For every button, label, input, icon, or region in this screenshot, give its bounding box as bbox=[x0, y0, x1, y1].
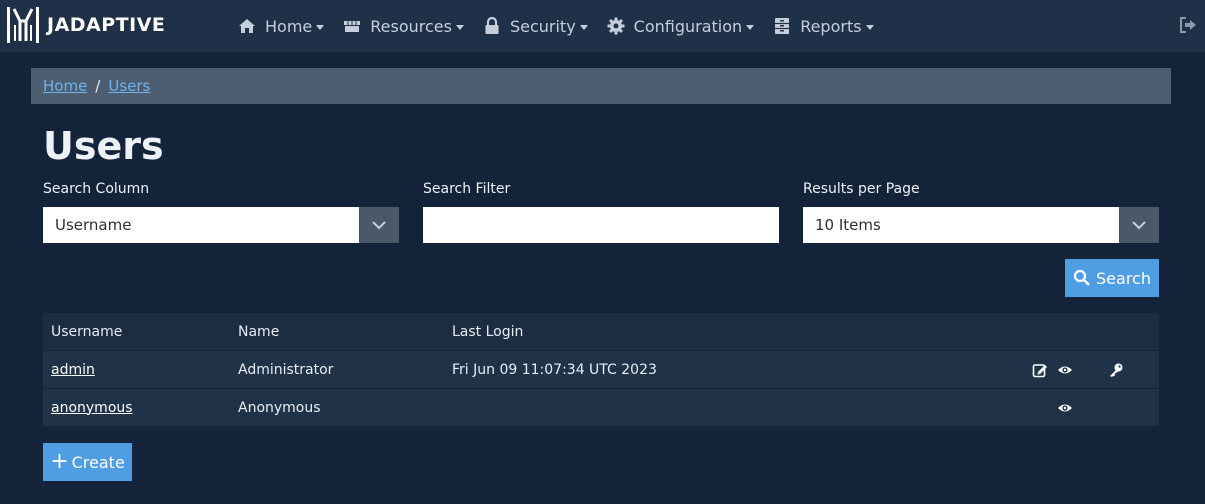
chevron-down-icon bbox=[1132, 221, 1146, 230]
chevron-down-icon bbox=[455, 24, 464, 30]
username-link[interactable]: admin bbox=[51, 362, 95, 378]
column-header-name[interactable]: Name bbox=[238, 313, 279, 350]
column-header-last-login[interactable]: Last Login bbox=[452, 313, 523, 350]
chevron-down-icon bbox=[316, 24, 325, 30]
nav-security-label: Security bbox=[509, 16, 576, 36]
sign-out-icon[interactable] bbox=[1178, 15, 1198, 35]
search-icon bbox=[1073, 269, 1090, 286]
nav-resources-label: Resources bbox=[370, 16, 452, 36]
breadcrumb-home-link[interactable]: Home bbox=[43, 77, 87, 95]
plus-icon: + bbox=[50, 449, 69, 474]
search-button[interactable]: Search bbox=[1065, 259, 1159, 297]
chevron-down-icon bbox=[865, 24, 874, 30]
page-title: Users bbox=[43, 124, 164, 168]
nav-configuration[interactable]: Configuration bbox=[606, 16, 755, 36]
key-icon[interactable] bbox=[1108, 362, 1124, 378]
lock-icon bbox=[485, 16, 499, 34]
name-cell: Administrator bbox=[238, 361, 334, 378]
store-icon bbox=[344, 21, 361, 32]
nav-home-label: Home bbox=[265, 16, 313, 36]
search-column-label: Search Column bbox=[43, 181, 150, 197]
results-per-page-value: 10 Items bbox=[815, 216, 881, 234]
users-table: Username Name Last Login admin Administr… bbox=[43, 313, 1159, 427]
nav-home[interactable]: Home bbox=[237, 16, 325, 36]
nav-security[interactable]: Security bbox=[482, 16, 588, 36]
view-icon[interactable] bbox=[1057, 362, 1073, 378]
archive-icon bbox=[775, 18, 790, 34]
nav-reports-label: Reports bbox=[800, 16, 862, 36]
create-button-label: Create bbox=[71, 452, 125, 472]
top-navbar: JADAPTIVE Home Resources Security Config… bbox=[0, 0, 1205, 52]
results-per-page-select[interactable]: 10 Items bbox=[803, 207, 1159, 243]
search-column-value: Username bbox=[55, 216, 132, 234]
chevron-down-icon bbox=[579, 24, 588, 30]
table-row: anonymous Anonymous bbox=[43, 389, 1159, 427]
search-filter-input[interactable] bbox=[423, 207, 779, 243]
breadcrumb: Home / Users bbox=[31, 68, 1171, 104]
chevron-down-icon bbox=[372, 221, 386, 230]
column-header-username[interactable]: Username bbox=[51, 313, 122, 350]
last-login-cell: Fri Jun 09 11:07:34 UTC 2023 bbox=[452, 361, 657, 378]
gear-icon bbox=[607, 17, 625, 35]
brand-logo[interactable]: JADAPTIVE bbox=[6, 5, 165, 45]
view-icon[interactable] bbox=[1057, 400, 1073, 416]
nav-resources[interactable]: Resources bbox=[342, 16, 464, 36]
table-row: admin Administrator Fri Jun 09 11:07:34 … bbox=[43, 351, 1159, 389]
home-icon bbox=[239, 19, 255, 33]
name-cell: Anonymous bbox=[238, 399, 321, 416]
edit-icon[interactable] bbox=[1032, 362, 1048, 378]
nav-reports[interactable]: Reports bbox=[772, 16, 874, 36]
table-header-row: Username Name Last Login bbox=[43, 313, 1159, 351]
breadcrumb-users-link[interactable]: Users bbox=[108, 77, 150, 95]
brand-name: JADAPTIVE bbox=[47, 14, 166, 36]
jadaptive-logo-icon bbox=[7, 7, 39, 43]
nav-configuration-label: Configuration bbox=[633, 16, 743, 36]
create-button[interactable]: + Create bbox=[43, 443, 132, 481]
search-column-select[interactable]: Username bbox=[43, 207, 399, 243]
search-filter-label: Search Filter bbox=[423, 181, 511, 197]
main-menu: Home Resources Security Configuration Re… bbox=[237, 0, 892, 52]
search-button-label: Search bbox=[1096, 268, 1151, 288]
chevron-down-icon bbox=[746, 24, 755, 30]
breadcrumb-separator: / bbox=[95, 77, 101, 95]
results-per-page-label: Results per Page bbox=[803, 181, 920, 197]
search-column-dropdown[interactable] bbox=[359, 207, 399, 243]
username-link[interactable]: anonymous bbox=[51, 400, 133, 416]
results-per-page-dropdown[interactable] bbox=[1119, 207, 1159, 243]
